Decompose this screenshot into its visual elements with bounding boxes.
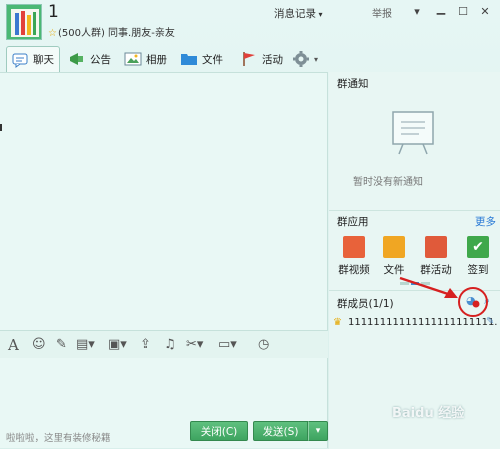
more-icon[interactable]: ▭▾ [218,337,237,353]
emoji-icon[interactable]: ☺ [32,337,46,353]
tab-activity[interactable]: 活动 [236,46,287,72]
group-name: 1 [48,2,59,22]
tab-bar: 聊天 公告 相册 文件 活动 ▾ [0,44,500,72]
chat-icon [12,53,28,68]
chevron-down-icon: ▾ [315,426,321,436]
scroll-marker [0,124,2,131]
tab-album-label: 相册 [146,53,167,66]
members-title: 群成员(1/1) [337,298,394,310]
watermark: Baidu 经验 [392,406,465,421]
app-group-video[interactable]: 群视频 [334,236,374,277]
clock-icon: ◷ [258,337,270,352]
input-placeholder: 啦啦啦，这里有装修秘籍 [6,433,111,444]
app-group-video-label: 群视频 [338,264,370,276]
report-link[interactable]: 举报 [372,5,392,20]
album-icon [124,52,142,66]
tab-activity-label: 活动 [262,53,283,66]
apps-more-link[interactable]: 更多 [475,214,496,229]
screenshot-icon[interactable]: ✂▾ [186,337,203,353]
music-icon[interactable]: ♫ [164,337,176,353]
message-records-button[interactable]: 消息记录 ▾ [274,6,323,21]
tab-announcement[interactable]: 公告 [64,46,115,72]
chevron-down-icon[interactable]: ▾ [408,3,426,19]
video-icon [343,236,365,258]
close-button[interactable]: 关闭(C) [190,421,248,441]
chat-message-area[interactable] [0,72,328,330]
close-icon[interactable]: ✕ [476,3,494,19]
announcement-icon [70,53,83,65]
group-avatar[interactable] [6,4,42,40]
annotation-arrow [399,276,488,317]
input-toolbar: A ☺ ✎ ▤▾ ▣▾ ⇪ ♫ ✂▾ ▭▾ ◷ [0,330,328,358]
minimize-icon[interactable]: ▁ [432,0,450,16]
gift-icon[interactable]: ▤▾ [76,337,95,353]
chevron-down-icon: ▾ [316,10,323,19]
upload-icon[interactable]: ⇪ [140,337,151,353]
group-meta: ☆(500人群) 同事.朋友-亲友 [48,24,175,39]
gear-icon [293,51,309,67]
maximize-icon[interactable]: ☐ [454,3,472,19]
notice-empty-text: 暂时没有新通知 [353,177,423,188]
tab-files-label: 文件 [202,53,223,66]
settings-menu[interactable]: ▾ [288,46,322,72]
group-meta-text: (500人群) 同事.朋友-亲友 [57,28,175,39]
folder-icon [181,54,197,65]
tab-chat[interactable]: 聊天 [6,46,60,72]
star-icon: ☆ [48,28,57,39]
tab-album[interactable]: 相册 [120,46,171,72]
folder-icon [383,236,405,258]
check-icon: ✔ [467,236,489,258]
apps-title: 群应用 [337,216,369,228]
tab-announcement-label: 公告 [90,53,111,66]
notice-title: 群通知 [337,78,369,90]
flag-icon [243,52,255,66]
notice-board-icon [392,111,434,155]
send-button[interactable]: 发送(S) [253,421,308,441]
flag-icon [425,236,447,258]
image-icon[interactable]: ▣▾ [108,337,127,353]
crown-icon: ♛ [333,316,342,328]
send-options-button[interactable]: ▾ [308,421,328,441]
font-icon[interactable]: A [8,337,19,353]
tab-chat-label: 聊天 [33,54,54,66]
tab-files[interactable]: 文件 [176,46,227,72]
chevron-down-icon: ▾ [314,54,319,64]
magic-icon[interactable]: ✎ [56,337,67,353]
message-records-label: 消息记录 [274,8,316,20]
